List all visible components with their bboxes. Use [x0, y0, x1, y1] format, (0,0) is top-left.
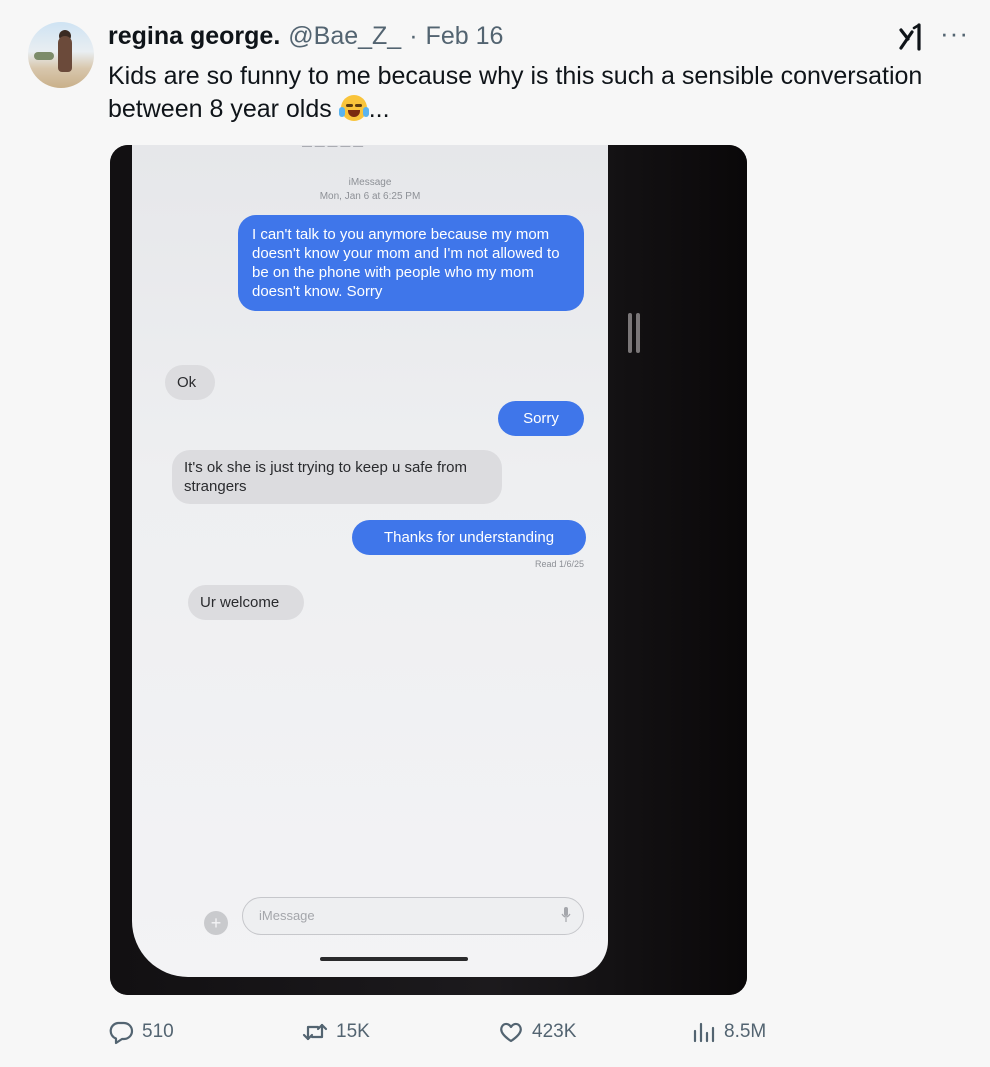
- display-name[interactable]: regina george.: [108, 22, 280, 51]
- repost-count: 15K: [336, 1021, 370, 1042]
- home-indicator: [320, 957, 468, 961]
- compose-placeholder: iMessage: [259, 908, 315, 923]
- face-with-tears-of-joy-icon: [338, 95, 369, 121]
- message-bubble-sent: Thanks for understanding: [352, 520, 586, 555]
- compose-field: iMessage: [242, 897, 584, 935]
- post-date[interactable]: Feb 16: [426, 22, 504, 51]
- tweet-text-line-2: between 8 year olds ...: [108, 93, 968, 126]
- tweet: regina george. @Bae_Z_ · Feb 16 ··· Kids…: [0, 0, 990, 1067]
- avatar[interactable]: [28, 22, 94, 88]
- message-bubble-received: Ok: [165, 365, 215, 400]
- avatar-figure: [58, 36, 72, 72]
- microphone-icon: [561, 907, 571, 922]
- views-chart-icon: [693, 1022, 715, 1043]
- tweet-text: Kids are so funny to me because why is t…: [108, 60, 968, 126]
- conversation-timestamp: Mon, Jan 6 at 6:25 PM: [319, 191, 421, 202]
- message-bubble-sent: I can't talk to you anymore because my m…: [238, 215, 584, 311]
- phone-screen: — — — — — iMessage Mon, Jan 6 at 6:25 PM…: [132, 145, 608, 977]
- tweet-text-line-1: Kids are so funny to me because why is t…: [108, 62, 923, 90]
- separator-dot: ·: [409, 22, 418, 50]
- views-count: 8.5M: [724, 1021, 767, 1042]
- reply-icon: [109, 1021, 134, 1045]
- heart-icon: [500, 1022, 522, 1043]
- repost-icon: [302, 1023, 328, 1041]
- phone-side-buttons: [628, 313, 642, 353]
- tweet-text-line-2-body: between 8 year olds: [108, 95, 332, 123]
- contact-number-cropped: — — — — —: [302, 145, 364, 152]
- handle[interactable]: @Bae_Z_: [288, 22, 401, 51]
- views-button[interactable]: 8.5M: [690, 1010, 766, 1054]
- reply-count: 510: [142, 1021, 174, 1042]
- grok-icon[interactable]: [896, 22, 926, 52]
- avatar-background: [34, 52, 54, 60]
- plus-icon: +: [204, 911, 228, 935]
- message-bubble-received: Ur welcome: [188, 585, 304, 620]
- tweet-header: regina george. @Bae_Z_ · Feb 16: [108, 22, 503, 54]
- like-count: 423K: [532, 1021, 577, 1042]
- like-button[interactable]: 423K: [498, 1010, 576, 1054]
- media-photo[interactable]: — — — — — iMessage Mon, Jan 6 at 6:25 PM…: [110, 145, 747, 995]
- reply-button[interactable]: 510: [108, 1010, 174, 1054]
- read-receipt: Read 1/6/25: [534, 559, 584, 569]
- message-bubble-sent: Sorry: [498, 401, 584, 436]
- repost-button[interactable]: 15K: [302, 1010, 370, 1054]
- message-bubble-received: It's ok she is just trying to keep u saf…: [172, 450, 502, 504]
- tweet-actions: 510 15K 423K 8.5M: [0, 1010, 990, 1054]
- service-label: iMessage: [348, 177, 392, 188]
- more-options-icon[interactable]: ···: [940, 20, 972, 50]
- tweet-text-suffix: ...: [368, 95, 390, 123]
